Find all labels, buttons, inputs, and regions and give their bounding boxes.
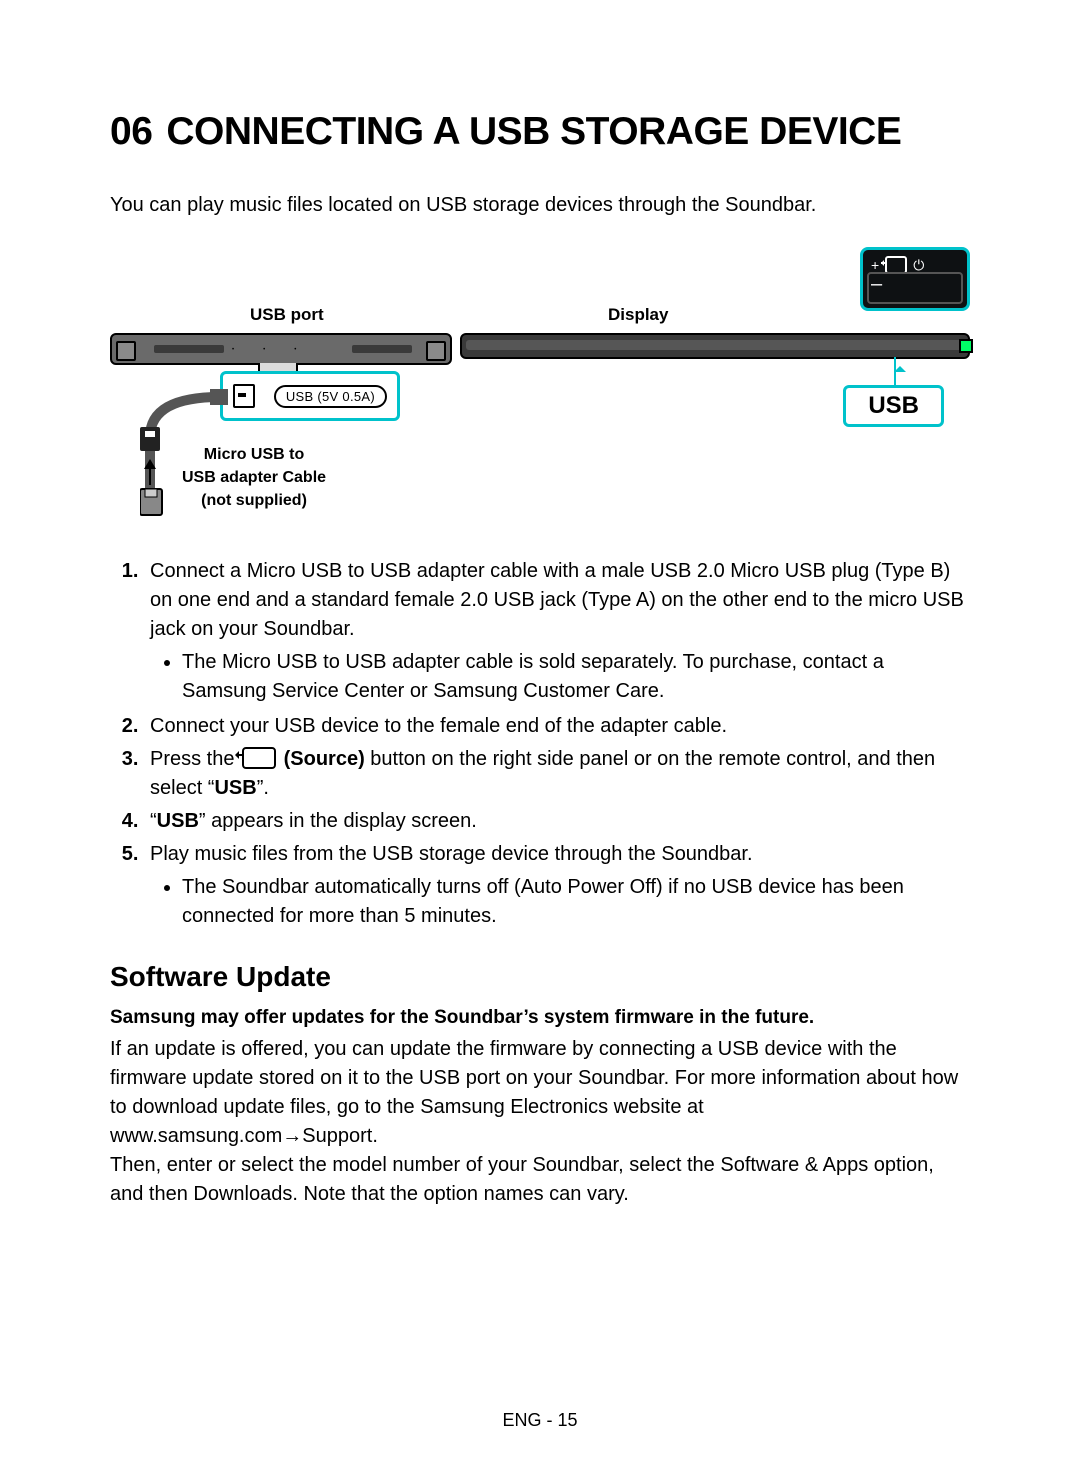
arrow-icon: → — [282, 1125, 302, 1147]
intro-text: You can play music files located on USB … — [110, 194, 970, 217]
soundbar-back-icon: • • • — [110, 333, 452, 365]
usb-port-zoom: USB (5V 0.5A) — [220, 371, 400, 421]
step-1-note: The Micro USB to USB adapter cable is so… — [182, 648, 970, 706]
step-5-note: The Soundbar automatically turns off (Au… — [182, 873, 970, 931]
usb-display-callout: USB — [843, 385, 944, 427]
label-display: Display — [608, 305, 668, 325]
soundbar-side-button-icon — [959, 339, 973, 353]
source-button-icon — [242, 747, 276, 769]
section-title-text: CONNECTING A USB STORAGE DEVICE — [166, 110, 901, 153]
step-2: Connect your USB device to the female en… — [144, 712, 970, 741]
software-update-lead: Samsung may offer updates for the Soundb… — [110, 1007, 970, 1029]
label-usb-port: USB port — [250, 305, 324, 325]
software-update-body: If an update is offered, you can update … — [110, 1035, 970, 1209]
remote-control-icon: + ⏻ – — [860, 247, 970, 311]
section-heading: 06 CONNECTING A USB STORAGE DEVICE — [110, 110, 970, 154]
software-update-heading: Software Update — [110, 961, 970, 993]
page-footer: ENG - 15 — [0, 1410, 1080, 1431]
usb-port-badge: USB (5V 0.5A) — [274, 385, 387, 408]
remote-power-icon: ⏻ — [913, 257, 924, 274]
step-4: “USB” appears in the display screen. — [144, 807, 970, 836]
connection-diagram: USB port Display + ⏻ – • • • USB (5V 0.5… — [110, 247, 970, 537]
step-1: Connect a Micro USB to USB adapter cable… — [144, 557, 970, 706]
step-5: Play music files from the USB storage de… — [144, 840, 970, 931]
instruction-list: Connect a Micro USB to USB adapter cable… — [110, 557, 970, 931]
label-adapter-cable: Micro USB to USB adapter Cable (not supp… — [182, 443, 326, 513]
step-3: Press the (Source) button on the right s… — [144, 745, 970, 803]
section-number: 06 — [110, 110, 152, 153]
micro-usb-port-icon — [233, 384, 255, 408]
soundbar-front-icon — [460, 333, 970, 359]
